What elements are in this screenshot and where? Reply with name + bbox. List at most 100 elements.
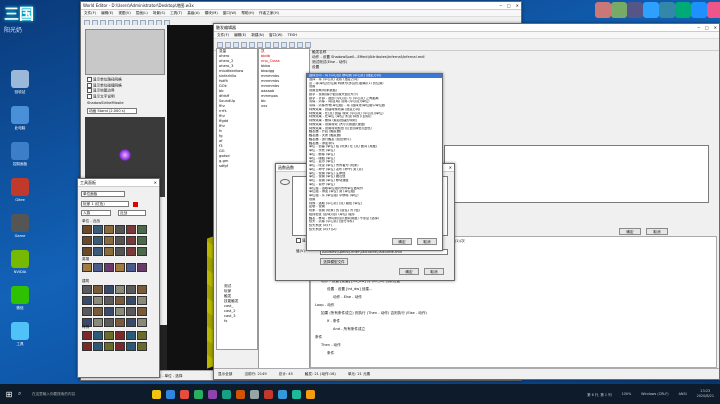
- race-select[interactable]: 人族: [81, 210, 111, 216]
- dropdown-ok-button[interactable]: 确定: [392, 238, 412, 245]
- animation-select[interactable]: 动画 Stand (2.000 s): [87, 108, 137, 114]
- option-checkbox[interactable]: [87, 88, 92, 93]
- desktop-shortcut-icon[interactable]: [595, 2, 611, 18]
- palette-unit-tile[interactable]: [126, 236, 136, 245]
- dropdown-item[interactable]: 镜头系统 (X)(Y)(Z): [307, 228, 442, 232]
- palette-unit-tile[interactable]: [126, 342, 136, 351]
- palette-unit-tile[interactable]: [93, 247, 103, 256]
- taskbar-app-icon[interactable]: [166, 389, 175, 399]
- trigger-editor-titlebar[interactable]: 触发编辑器 ─ □ ✕: [214, 24, 719, 32]
- close-icon[interactable]: ✕: [449, 165, 452, 170]
- palette-unit-tile[interactable]: [115, 263, 125, 272]
- palette-unit-tile[interactable]: [82, 236, 92, 245]
- desktop-icon[interactable]: 此电脑: [4, 106, 36, 130]
- palette-unit-tile[interactable]: [115, 296, 125, 305]
- maximize-icon[interactable]: □: [507, 3, 511, 8]
- palette-unit-tile[interactable]: [93, 318, 103, 327]
- search-icon[interactable]: ⌕: [18, 390, 32, 398]
- trigger-code-line[interactable]: 设置 - 设置 [int_dw] 创建...: [311, 285, 716, 293]
- palette-unit-tile[interactable]: [115, 285, 125, 294]
- taskbar-app-icon[interactable]: [292, 389, 301, 399]
- world-editor-titlebar[interactable]: World Editor - D:\Users\Administrator\De…: [81, 2, 521, 10]
- taskbar-app-icon[interactable]: [222, 389, 231, 399]
- trigger-code-line[interactable]: 条件: [311, 333, 716, 341]
- dialog-ok-button[interactable]: 确定: [399, 268, 419, 275]
- palette-unit-tile[interactable]: [115, 307, 125, 316]
- palette-unit-tile[interactable]: [93, 263, 103, 272]
- desktop-shortcut-icon[interactable]: [627, 2, 643, 18]
- palette-unit-tile[interactable]: [104, 296, 114, 305]
- palette-unit-tile[interactable]: [137, 296, 147, 305]
- palette-unit-tile[interactable]: [82, 285, 92, 294]
- palette-unit-tile[interactable]: [104, 225, 114, 234]
- option-checkbox[interactable]: [87, 82, 92, 88]
- option-checkbox[interactable]: [87, 93, 92, 99]
- dialog-radio-preset[interactable]: [280, 179, 290, 185]
- trigger-comment-field[interactable]: [444, 145, 709, 203]
- action-icon[interactable]: [297, 41, 303, 48]
- menu-item[interactable]: 窗口(W): [269, 33, 283, 38]
- palette-unit-tile[interactable]: [93, 285, 103, 294]
- props-cancel-button[interactable]: 取消: [646, 228, 668, 235]
- palette-unit-tile[interactable]: [126, 263, 136, 272]
- palette-unit-tile[interactable]: [104, 331, 114, 340]
- desktop-shortcut-icon[interactable]: [611, 2, 627, 18]
- palette-unit-tile[interactable]: [137, 263, 147, 272]
- dropdown-cancel-button[interactable]: 取消: [417, 238, 437, 245]
- palette-unit-tile[interactable]: [137, 236, 147, 245]
- desktop-icon[interactable]: Gitee: [4, 178, 36, 202]
- menu-item[interactable]: 编辑(E): [101, 11, 113, 16]
- desktop-icon[interactable]: 微信: [4, 286, 36, 310]
- paste-icon[interactable]: [265, 41, 271, 48]
- trigger-code-line[interactable]: 如果 (所有条件成立) 则执行 (Then - 动作) 否则执行 (Else -…: [311, 309, 716, 317]
- new-variable-icon[interactable]: [241, 41, 247, 48]
- taskbar-app-icon[interactable]: [264, 389, 273, 399]
- trigger-code-line[interactable]: Loop - 动作: [311, 301, 716, 309]
- minimize-icon[interactable]: ─: [697, 25, 699, 30]
- taskbar-app-icon[interactable]: [236, 389, 245, 399]
- palette-unit-tile[interactable]: [82, 342, 92, 351]
- taskbar-app-icon[interactable]: [278, 389, 287, 399]
- close-icon[interactable]: ✕: [714, 25, 717, 30]
- trigger-code-line[interactable]: 动作 - Else - 动作: [311, 293, 716, 301]
- desktop-shortcut-icon[interactable]: [707, 2, 720, 18]
- option-checkbox[interactable]: [87, 77, 92, 82]
- menu-item[interactable]: 新建(N): [251, 33, 264, 38]
- trigger-code-line[interactable]: If - 条件: [311, 317, 716, 325]
- close-icon[interactable]: ✕: [154, 180, 157, 185]
- close-icon[interactable]: ✕: [516, 3, 519, 8]
- menu-item[interactable]: 窗口(W): [223, 11, 237, 16]
- start-icon[interactable]: ⊞: [0, 384, 18, 404]
- clock[interactable]: 23:23 2020/8/21: [697, 389, 714, 399]
- taskbar-app-icon[interactable]: [250, 389, 259, 399]
- palette-unit-tile[interactable]: [104, 236, 114, 245]
- menu-item[interactable]: 高级(A): [187, 11, 199, 16]
- delete-icon[interactable]: [273, 41, 279, 48]
- tree-item[interactable]: fx: [222, 319, 256, 324]
- desktop-icon[interactable]: 控制面板: [4, 142, 36, 166]
- taskbar-search-input[interactable]: 在这里输入你要搜索的内容: [32, 392, 132, 397]
- category-select[interactable]: 近战: [118, 210, 146, 216]
- palette-unit-tile[interactable]: [93, 236, 103, 245]
- palette-unit-tile[interactable]: [93, 342, 103, 351]
- palette-mode-select[interactable]: 单位面板: [81, 191, 125, 197]
- menu-item[interactable]: 场景(S): [153, 11, 165, 16]
- cut-icon[interactable]: [249, 41, 255, 48]
- desktop-icon[interactable]: 回收站: [4, 70, 36, 94]
- palette-unit-tile[interactable]: [115, 318, 125, 327]
- tree-item[interactable]: xxx: [259, 104, 309, 109]
- palette-unit-tile[interactable]: [82, 263, 92, 272]
- menu-item[interactable]: 文件(F): [217, 33, 229, 38]
- desktop-icon[interactable]: 工具: [4, 322, 36, 346]
- palette-unit-tile[interactable]: [104, 263, 114, 272]
- palette-unit-tile[interactable]: [137, 307, 147, 316]
- palette-unit-tile[interactable]: [93, 331, 103, 340]
- desktop-shortcut-icon[interactable]: [675, 2, 691, 18]
- trigger-code-line[interactable]: 条件: [311, 349, 716, 357]
- menu-item[interactable]: TESH: [288, 33, 297, 37]
- minimap[interactable]: [85, 29, 165, 75]
- palette-unit-tile[interactable]: [126, 307, 136, 316]
- desktop-icon[interactable]: NVIDIA: [4, 250, 36, 274]
- palette-titlebar[interactable]: 工具面板 ✕: [78, 179, 159, 187]
- minimize-icon[interactable]: ─: [499, 3, 501, 8]
